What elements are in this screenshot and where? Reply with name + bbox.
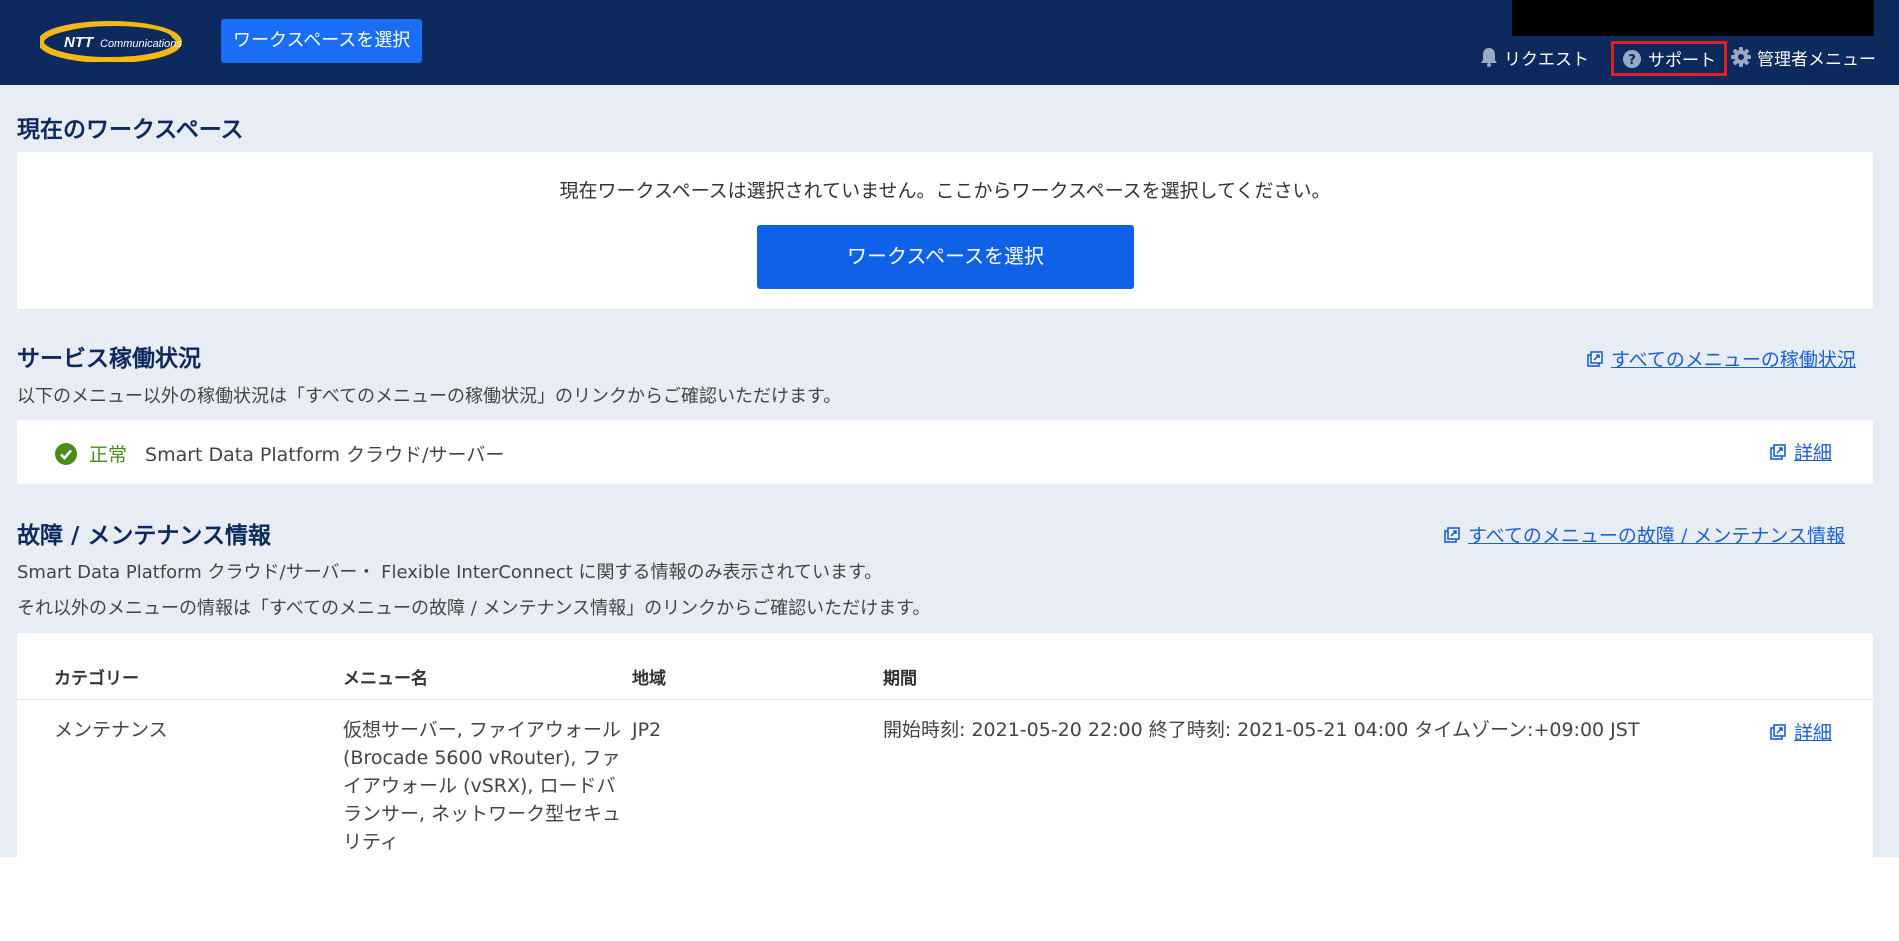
maintenance-description-1: Smart Data Platform クラウド/サーバー・ Flexible … bbox=[17, 562, 883, 583]
bell-icon bbox=[1481, 48, 1497, 67]
service-name: Smart Data Platform クラウド/サーバー bbox=[145, 444, 505, 466]
select-workspace-header-button[interactable]: ワークスペースを選択 bbox=[221, 19, 423, 63]
external-link-icon bbox=[1587, 350, 1603, 367]
current-workspace-card: 現在ワークスペースは選択されていません。ここからワークスペースを選択してください… bbox=[17, 152, 1873, 309]
all-menu-status-label: すべてのメニューの稼働状況 bbox=[1611, 349, 1856, 371]
svg-text:Communications: Communications bbox=[100, 38, 182, 50]
maintenance-detail-link[interactable]: 詳細 bbox=[1770, 718, 1832, 745]
service-status-item: 正常 Smart Data Platform クラウド/サーバー bbox=[55, 440, 504, 467]
row-period: 開始時刻: 2021-05-20 22:00 終了時刻: 2021-05-21 … bbox=[883, 719, 1640, 741]
all-menu-status-link[interactable]: すべてのメニューの稼働状況 bbox=[1587, 345, 1856, 372]
service-status-description: 以下のメニュー以外の稼働状況は「すべてのメニューの稼働状況」のリンクからご確認い… bbox=[17, 386, 842, 407]
check-circle-icon bbox=[55, 442, 77, 465]
no-workspace-message: 現在ワークスペースは選択されていません。ここからワークスペースを選択してください… bbox=[559, 180, 1331, 202]
current-workspace-title: 現在のワークスペース bbox=[17, 117, 244, 143]
service-status-title: サービス稼働状況 bbox=[17, 346, 201, 372]
help-circle-icon: ? bbox=[1623, 49, 1641, 68]
ntt-communications-logo[interactable]: NTT Communications bbox=[38, 20, 200, 63]
svg-text:NTT: NTT bbox=[64, 34, 95, 51]
maintenance-table: カテゴリー メニュー名 地域 期間 メンテナンス 仮想サーバー, ファイアウォー… bbox=[17, 633, 1873, 857]
maintenance-description-2: それ以外のメニューの情報は「すべてのメニューの故障 / メンテナンス情報」のリン… bbox=[17, 598, 931, 619]
top-header: NTT Communications ワークスペースを選択 リクエスト ? サポ… bbox=[0, 0, 1899, 85]
row-category: メンテナンス bbox=[54, 719, 168, 741]
external-link-icon bbox=[1770, 443, 1786, 460]
svg-text:?: ? bbox=[1628, 53, 1636, 68]
service-detail-link[interactable]: 詳細 bbox=[1770, 438, 1832, 465]
user-account-area[interactable] bbox=[1512, 0, 1874, 36]
column-header-menu: メニュー名 bbox=[343, 669, 428, 689]
external-link-icon bbox=[1444, 526, 1460, 543]
external-link-icon bbox=[1770, 723, 1786, 740]
service-detail-label: 詳細 bbox=[1794, 442, 1833, 464]
all-menu-maintenance-link[interactable]: すべてのメニューの故障 / メンテナンス情報 bbox=[1444, 521, 1845, 548]
admin-menu-link[interactable]: 管理者メニュー bbox=[1731, 44, 1876, 70]
table-divider bbox=[17, 699, 1873, 700]
maintenance-detail-label: 詳細 bbox=[1794, 722, 1833, 744]
row-region: JP2 bbox=[632, 719, 662, 741]
support-link[interactable]: ? サポート bbox=[1611, 41, 1727, 76]
maintenance-title: 故障 / メンテナンス情報 bbox=[17, 523, 271, 549]
gear-icon bbox=[1731, 47, 1751, 67]
all-menu-maintenance-label: すべてのメニューの故障 / メンテナンス情報 bbox=[1468, 525, 1846, 547]
request-label: リクエスト bbox=[1504, 49, 1589, 70]
status-normal-label: 正常 bbox=[89, 444, 128, 466]
column-header-region: 地域 bbox=[632, 669, 666, 689]
support-label: サポート bbox=[1648, 51, 1716, 71]
row-menu-names: 仮想サーバー, ファイアウォール (Brocade 5600 vRouter),… bbox=[343, 719, 622, 853]
column-header-category: カテゴリー bbox=[54, 669, 139, 689]
select-workspace-button[interactable]: ワークスペースを選択 bbox=[757, 225, 1134, 289]
column-header-period: 期間 bbox=[883, 669, 917, 689]
service-status-card: 正常 Smart Data Platform クラウド/サーバー 詳細 bbox=[17, 420, 1873, 484]
app-window: NTT Communications ワークスペースを選択 リクエスト ? サポ… bbox=[0, 0, 1899, 857]
request-link[interactable]: リクエスト bbox=[1480, 44, 1589, 70]
admin-menu-label: 管理者メニュー bbox=[1757, 49, 1876, 70]
